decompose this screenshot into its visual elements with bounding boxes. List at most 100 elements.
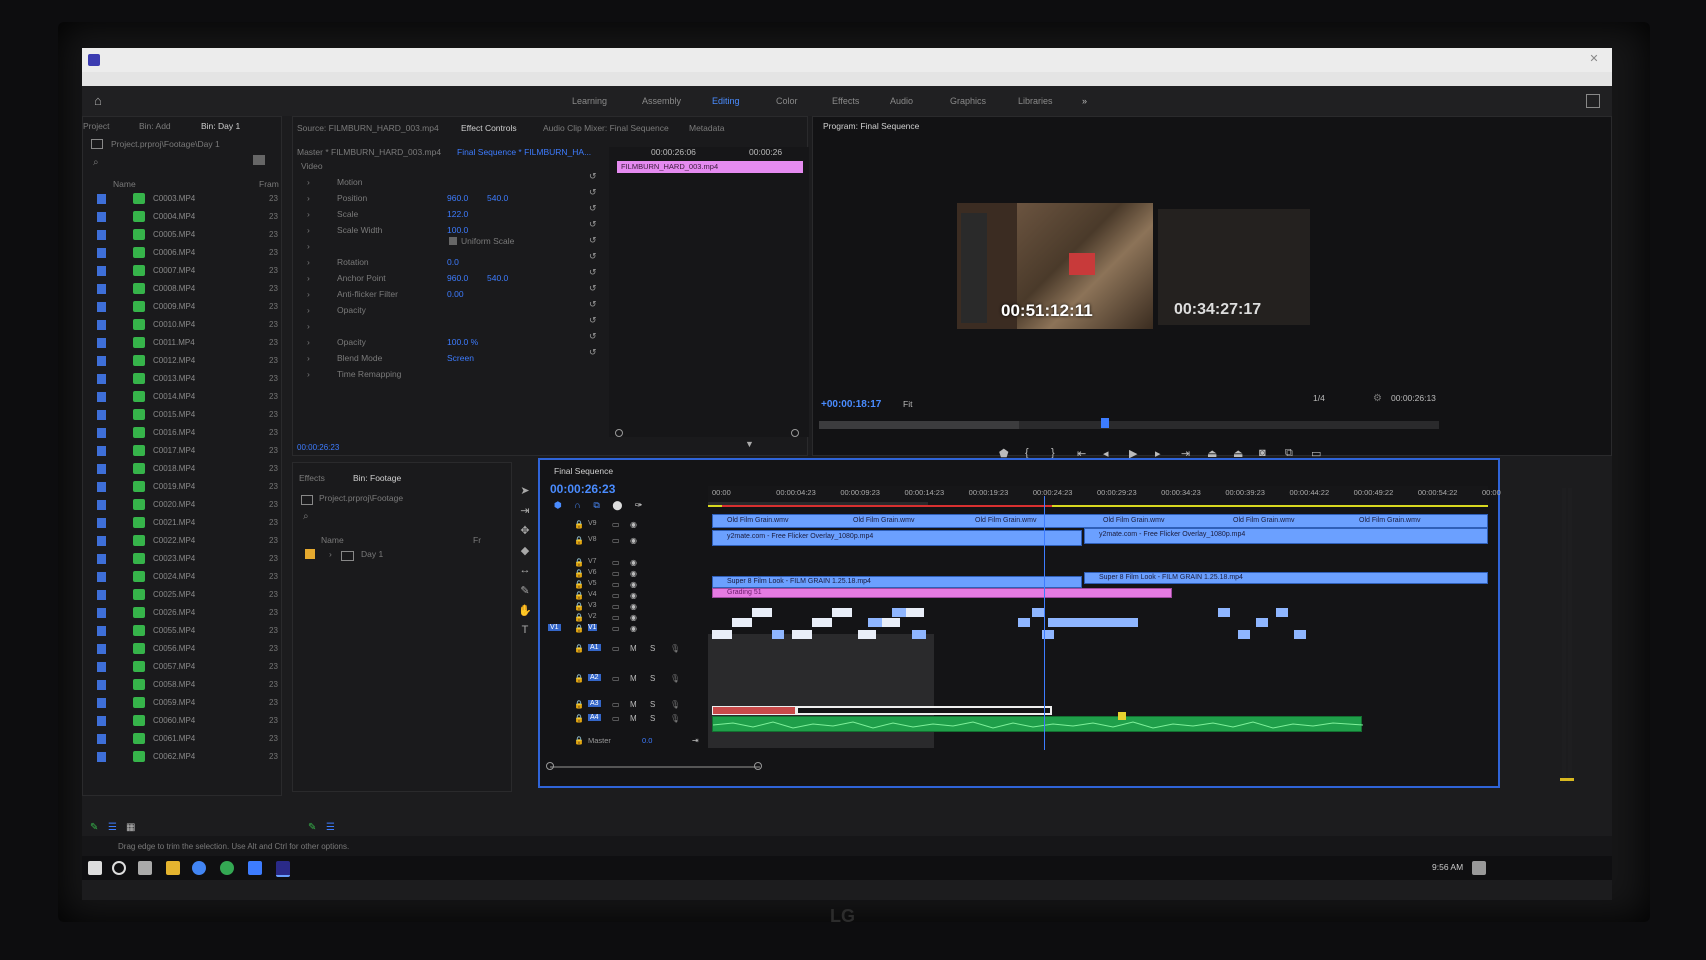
clip-overlay-1[interactable]: y2mate.com - Free Flicker Overlay_1080p.… bbox=[712, 530, 1082, 546]
list-item[interactable]: C0026.MP4 23 bbox=[83, 605, 283, 622]
label-color-swatch[interactable] bbox=[97, 392, 106, 402]
reset-parameter-icon[interactable]: ↺ bbox=[589, 299, 597, 310]
lock-icon[interactable]: 🔒 bbox=[574, 536, 584, 545]
reset-parameter-icon[interactable]: ↺ bbox=[589, 235, 597, 246]
zoom-handle-right[interactable] bbox=[791, 429, 799, 437]
bin-column-name[interactable]: Name bbox=[321, 535, 344, 545]
video-clip-block[interactable] bbox=[882, 618, 900, 627]
chevron-right-icon[interactable]: › bbox=[307, 273, 310, 283]
label-color-swatch[interactable] bbox=[97, 230, 106, 240]
track-label[interactable]: V7 bbox=[588, 558, 597, 565]
video-clip-block[interactable] bbox=[1294, 630, 1306, 639]
list-item[interactable]: C0056.MP4 23 bbox=[83, 641, 283, 658]
video-clip-block[interactable] bbox=[906, 608, 924, 617]
label-color-swatch[interactable] bbox=[97, 374, 106, 384]
sync-lock-icon[interactable]: ▭ bbox=[612, 674, 620, 683]
tab-effects[interactable]: Effects bbox=[299, 473, 325, 483]
effect-property-row[interactable]: › Opacity bbox=[293, 303, 613, 317]
source-patch-v1[interactable]: V1 bbox=[548, 624, 561, 631]
video-clip-block[interactable] bbox=[868, 618, 882, 627]
reset-parameter-icon[interactable]: ↺ bbox=[589, 251, 597, 262]
selection-tool-icon[interactable]: ➤ bbox=[516, 484, 534, 500]
chrome-alt-icon[interactable] bbox=[220, 861, 234, 875]
video-clip-block[interactable] bbox=[1276, 608, 1288, 617]
label-color-swatch[interactable] bbox=[97, 446, 106, 456]
audio-clip-outline[interactable] bbox=[796, 706, 1052, 715]
reset-parameter-icon[interactable]: ↺ bbox=[589, 315, 597, 326]
resolution-dropdown[interactable]: 1/4 bbox=[1313, 393, 1325, 403]
list-item[interactable]: C0025.MP4 23 bbox=[83, 587, 283, 604]
list-item[interactable]: C0061.MP4 23 bbox=[83, 731, 283, 748]
lock-icon[interactable]: 🔒 bbox=[574, 624, 584, 633]
effect-property-row[interactable]: › Scale 122.0 bbox=[293, 207, 613, 221]
notifications-icon[interactable] bbox=[1472, 861, 1486, 875]
list-item[interactable]: C0011.MP4 23 bbox=[83, 335, 283, 352]
list-item[interactable]: C0015.MP4 23 bbox=[83, 407, 283, 424]
list-item[interactable]: C0016.MP4 23 bbox=[83, 425, 283, 442]
pen-app-icon[interactable] bbox=[248, 861, 262, 875]
video-clip-block[interactable] bbox=[812, 618, 832, 627]
marker-icon[interactable]: ⬤ bbox=[612, 500, 622, 510]
workspace-overflow-icon[interactable]: » bbox=[1082, 96, 1087, 106]
hand-tool-icon[interactable]: ✋ bbox=[516, 604, 534, 620]
list-item[interactable]: C0012.MP4 23 bbox=[83, 353, 283, 370]
list-item[interactable]: C0021.MP4 23 bbox=[83, 515, 283, 532]
sync-lock-icon[interactable]: ▭ bbox=[612, 558, 620, 567]
track-label[interactable]: V8 bbox=[588, 536, 597, 543]
filter-icon[interactable]: ▼ bbox=[745, 439, 755, 449]
effect-property-value-1[interactable]: 122.0 bbox=[447, 209, 468, 219]
clip-super8-1[interactable]: Super 8 Film Look - FILM GRAIN 1.25.18.m… bbox=[712, 576, 1082, 588]
effect-property-row[interactable]: › Blend Mode Screen bbox=[293, 351, 613, 365]
video-clip-block[interactable] bbox=[1256, 618, 1268, 627]
video-clip-block[interactable] bbox=[1018, 618, 1030, 627]
workspace-assembly[interactable]: Assembly bbox=[642, 96, 681, 106]
video-clip-block[interactable] bbox=[712, 630, 732, 639]
timeline-scrollbar[interactable] bbox=[550, 766, 760, 768]
column-frame[interactable]: Fram bbox=[259, 179, 279, 189]
sync-lock-icon[interactable]: ▭ bbox=[612, 569, 620, 578]
scrollbar-handle-left[interactable] bbox=[546, 762, 554, 770]
cortana-icon[interactable] bbox=[112, 861, 126, 875]
label-color-swatch[interactable] bbox=[97, 536, 106, 546]
scrubber-playhead[interactable] bbox=[1101, 418, 1109, 428]
label-color-swatch[interactable] bbox=[97, 626, 106, 636]
label-color-swatch[interactable] bbox=[97, 266, 106, 276]
program-playhead-timecode[interactable]: +00:00:18:17 bbox=[821, 399, 881, 410]
eye-icon[interactable]: ◉ bbox=[630, 536, 637, 545]
workspace-editing[interactable]: Editing bbox=[712, 96, 740, 106]
uniform-scale-checkbox[interactable] bbox=[449, 237, 457, 245]
label-color-swatch[interactable] bbox=[97, 194, 106, 204]
lock-icon[interactable]: 🔒 bbox=[574, 591, 584, 600]
track-label[interactable]: V5 bbox=[588, 580, 597, 587]
video-track-header[interactable]: V1 🔒 V1 ▭ ◉ bbox=[542, 624, 708, 636]
effect-property-row[interactable]: › Anchor Point 960.0 540.0 bbox=[293, 271, 613, 285]
list-item[interactable]: C0003.MP4 23 bbox=[83, 191, 283, 208]
label-color-swatch[interactable] bbox=[97, 410, 106, 420]
settings-wrench-icon[interactable]: ✑ bbox=[635, 500, 643, 510]
video-clip-block[interactable] bbox=[1048, 618, 1138, 627]
timeline-timecode[interactable]: 00:00:26:23 bbox=[550, 482, 615, 496]
list-item[interactable]: C0059.MP4 23 bbox=[83, 695, 283, 712]
mute-button[interactable]: M bbox=[630, 700, 637, 709]
list-item[interactable]: C0006.MP4 23 bbox=[83, 245, 283, 262]
mute-button[interactable]: M bbox=[630, 714, 637, 723]
effect-property-row[interactable]: › bbox=[293, 319, 613, 333]
list-item[interactable]: C0010.MP4 23 bbox=[83, 317, 283, 334]
solo-button[interactable]: S bbox=[650, 714, 655, 723]
tab-project[interactable]: Project bbox=[83, 121, 109, 131]
list-item[interactable]: C0017.MP4 23 bbox=[83, 443, 283, 460]
track-label[interactable]: A2 bbox=[588, 674, 601, 681]
list-item[interactable]: C0007.MP4 23 bbox=[83, 263, 283, 280]
tab-bin-add[interactable]: Bin: Add bbox=[139, 121, 171, 131]
reset-parameter-icon[interactable]: ↺ bbox=[589, 267, 597, 278]
track-label[interactable]: A3 bbox=[588, 700, 601, 707]
effect-controls-timecode[interactable]: 00:00:26:23 bbox=[297, 443, 339, 452]
chevron-right-icon[interactable]: › bbox=[307, 257, 310, 267]
label-color-swatch[interactable] bbox=[97, 644, 106, 654]
reset-parameter-icon[interactable]: ↺ bbox=[589, 331, 597, 342]
clip-overlay-2[interactable]: y2mate.com - Free Flicker Overlay_1080p.… bbox=[1084, 528, 1488, 544]
list-item[interactable]: C0022.MP4 23 bbox=[83, 533, 283, 550]
zoom-handle-left[interactable] bbox=[615, 429, 623, 437]
type-tool-icon[interactable]: T bbox=[516, 624, 534, 640]
solo-button[interactable]: S bbox=[650, 674, 655, 683]
